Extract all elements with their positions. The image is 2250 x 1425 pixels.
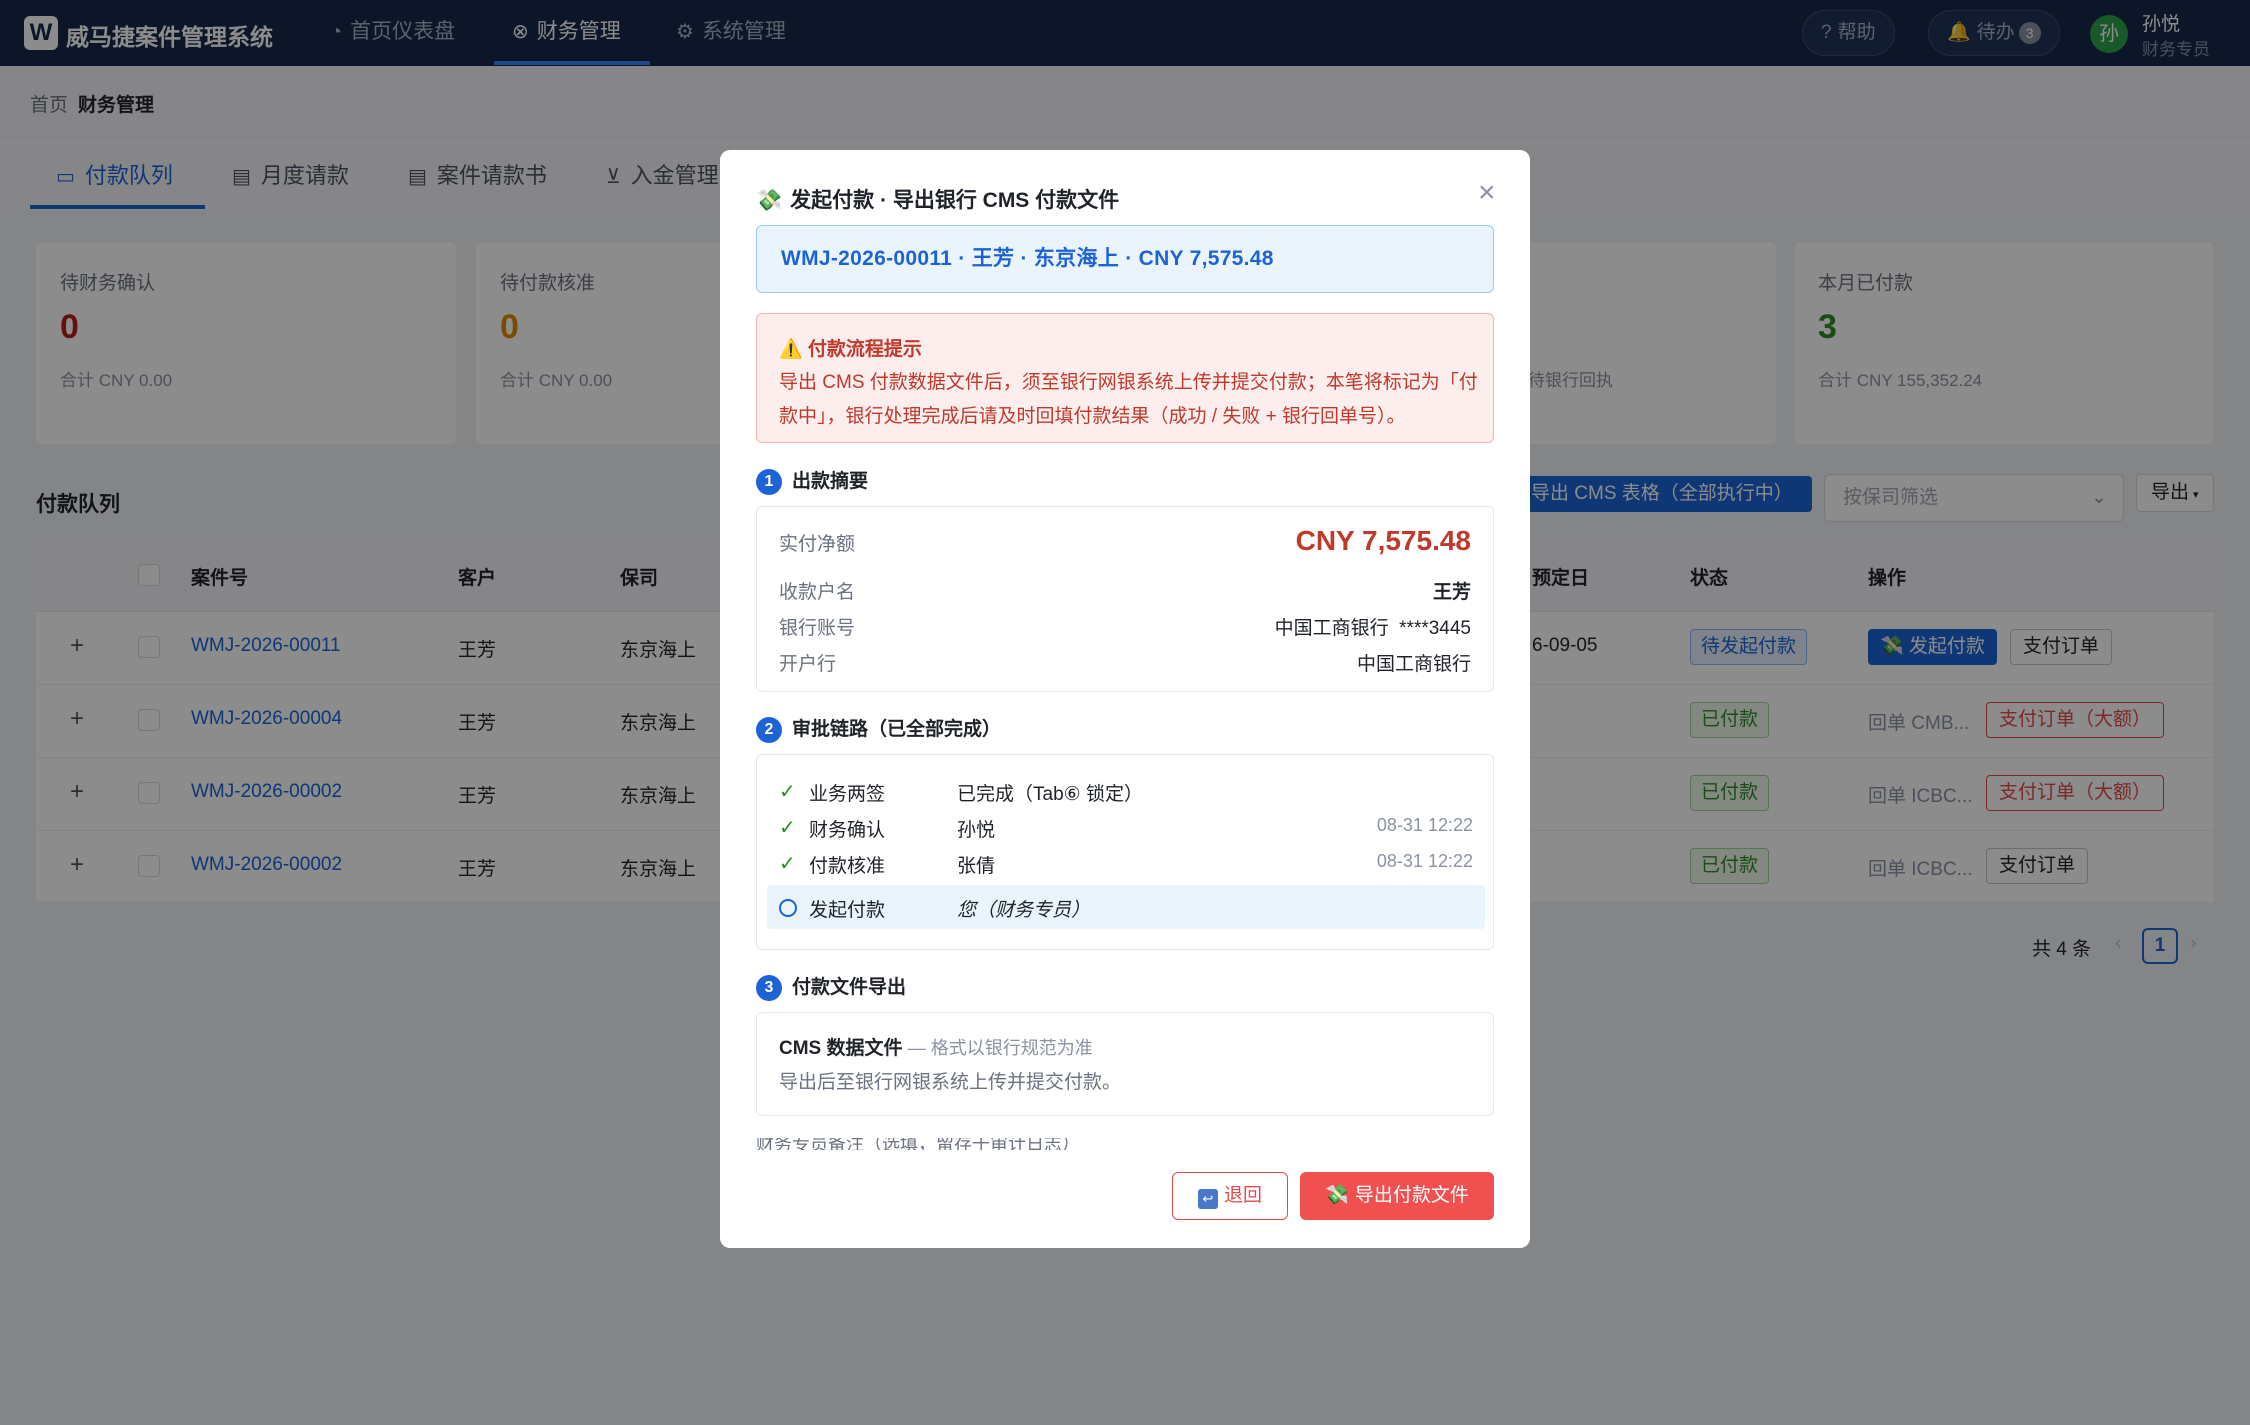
approval-step-current: 发起付款 您（财务专员）: [767, 885, 1485, 929]
payee-name-label: 收款户名: [779, 582, 856, 603]
approval-step-name: 业务两签: [809, 784, 886, 805]
warning-body: 导出 CMS 付款数据文件后，须至银行网银系统上传并提交付款；本笔将标记为「付款…: [779, 372, 1478, 427]
step-2-title: 审批链路（已全部完成）: [792, 719, 1002, 740]
approval-step-who: 您（财务专员）: [957, 900, 1091, 921]
approval-step-who: 张倩: [957, 856, 996, 877]
net-amount-label: 实付净额: [779, 534, 856, 555]
money-icon: 💸: [756, 189, 783, 212]
step-3-title: 付款文件导出: [792, 977, 907, 998]
close-icon[interactable]: ×: [1478, 176, 1496, 210]
approval-step-time: 08-31 12:22: [1376, 815, 1473, 835]
step-number: 1: [756, 468, 782, 495]
step-1-heading: 1 出款摘要: [756, 466, 868, 495]
modal-title: 💸 发起付款 · 导出银行 CMS 付款文件: [756, 184, 1119, 214]
account-label: 银行账号: [779, 618, 856, 639]
cms-file-subtitle: — 格式以银行规范为准: [907, 1038, 1093, 1058]
approval-step-done: ✓ 付款核准 张倩 08-31 12:22: [757, 845, 1495, 881]
bank-label: 开户行: [779, 654, 837, 675]
step-2-heading: 2 审批链路（已全部完成）: [756, 714, 1001, 743]
bank-value: 中国工商银行: [1356, 654, 1471, 675]
step-number: 2: [756, 716, 782, 743]
money-icon: 💸: [1325, 1185, 1349, 1206]
modal-title-text: 发起付款 · 导出银行 CMS 付款文件: [790, 189, 1120, 212]
step-3-heading: 3 付款文件导出: [756, 972, 906, 1001]
step-1-title: 出款摘要: [792, 471, 869, 492]
payment-flow-warning: ⚠️ 付款流程提示 导出 CMS 付款数据文件后，须至银行网银系统上传并提交付款…: [756, 313, 1494, 443]
payee-name-value: 王芳: [1432, 582, 1471, 603]
cms-file-panel: CMS 数据文件 — 格式以银行规范为准 导出后至银行网银系统上传并提交付款。: [756, 1012, 1494, 1116]
account-value: 中国工商银行 ****3445: [1274, 618, 1471, 639]
check-icon: ✓: [779, 781, 796, 803]
warning-title: ⚠️ 付款流程提示: [779, 339, 922, 360]
step-number: 3: [756, 974, 782, 1001]
approval-step-done: ✓ 业务两签 已完成（Tab⑥ 锁定）: [757, 773, 1495, 809]
approval-step-time: 08-31 12:22: [1376, 851, 1473, 871]
net-amount-value: CNY 7,575.48: [1295, 525, 1471, 556]
export-payment-file-label: 导出付款文件: [1354, 1185, 1469, 1206]
cms-file-title: CMS 数据文件 — 格式以银行规范为准: [779, 1033, 1093, 1060]
approval-step-who: 已完成（Tab⑥ 锁定）: [957, 784, 1143, 805]
approval-step-done: ✓ 财务确认 孙悦 08-31 12:22: [757, 809, 1495, 845]
approval-step-who: 孙悦: [957, 820, 996, 841]
return-label: 退回: [1223, 1185, 1262, 1206]
circle-icon: [779, 899, 797, 917]
return-icon: ↩: [1197, 1189, 1218, 1209]
check-icon: ✓: [779, 817, 796, 839]
approval-step-name: 付款核准: [809, 856, 886, 877]
initiate-payment-modal: 💸 发起付款 · 导出银行 CMS 付款文件 × WMJ-2026-00011 ·…: [720, 150, 1530, 1248]
finance-note-label: 财务专员备注（选填，留存于审计日志）: [756, 1138, 1080, 1150]
finance-note-text: 财务专员备注（选填，留存于审计日志）: [756, 1138, 1080, 1150]
approval-step-name: 发起付款: [809, 900, 886, 921]
cms-file-description: 导出后至银行网银系统上传并提交付款。: [779, 1072, 1122, 1093]
case-summary-banner: WMJ-2026-00011 · 王芳 · 东京海上 · CNY 7,575.4…: [756, 225, 1494, 293]
cms-file-name: CMS 数据文件: [779, 1038, 903, 1059]
check-icon: ✓: [779, 853, 796, 875]
payout-summary-panel: 实付净额 CNY 7,575.48 收款户名 王芳 银行账号 中国工商银行 **…: [756, 506, 1494, 692]
return-button[interactable]: ↩ 退回: [1172, 1172, 1288, 1220]
export-payment-file-button[interactable]: 💸 导出付款文件: [1300, 1172, 1494, 1220]
approval-chain-panel: ✓ 业务两签 已完成（Tab⑥ 锁定） ✓ 财务确认 孙悦 08-31 12:2…: [756, 754, 1494, 950]
approval-step-name: 财务确认: [809, 820, 886, 841]
